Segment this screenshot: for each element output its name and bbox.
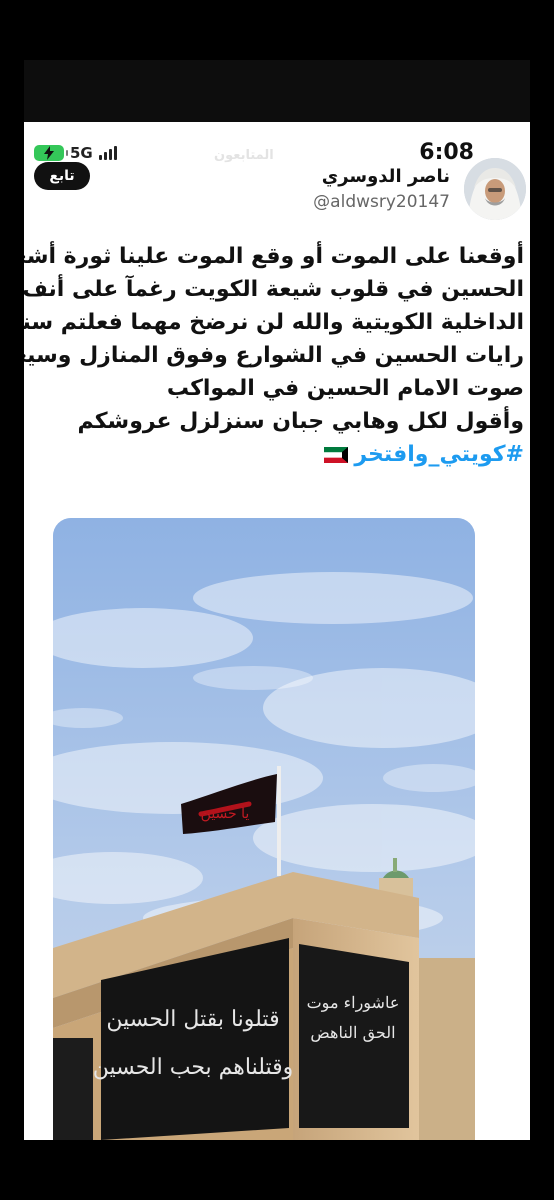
tweet-media-image[interactable]: قتلونا بقتل الحسين وقتلناهم بحب الحسين ع… xyxy=(53,518,475,1140)
hashtag-line: #كويتي_وافتخر xyxy=(32,438,524,471)
tweet-line: الداخلية الكويتية والله لن نرضخ مهما فعل… xyxy=(24,310,524,335)
author-display-name[interactable]: ناصر الدوسري xyxy=(322,166,450,187)
banner-right-line-1: عاشوراء موت xyxy=(307,993,400,1012)
kuwait-flag-icon xyxy=(324,446,349,463)
tweet-line: رايات الحسين في الشوارع وفوق المنازل وسي… xyxy=(24,343,524,368)
flag-text: يا حسين xyxy=(201,806,250,822)
avatar[interactable] xyxy=(464,158,526,220)
follow-button[interactable]: تابع xyxy=(34,162,90,190)
battery-charging-icon xyxy=(34,145,68,161)
signal-bars-icon xyxy=(98,146,117,160)
banner-right-line-2: الحق الناهض xyxy=(310,1023,395,1042)
background-header-text: المتابعون xyxy=(214,148,274,163)
status-bar-left: 5G xyxy=(34,144,117,162)
lightning-icon xyxy=(44,146,54,160)
tweet-body: أوقعنا على الموت أو وقع الموت علينا ثورة… xyxy=(24,240,524,471)
photo-flag-over-building: قتلونا بقتل الحسين وقتلناهم بحب الحسين ع… xyxy=(53,518,475,1140)
status-time: 6:08 xyxy=(419,140,474,165)
network-label: 5G xyxy=(70,144,93,162)
tweet-line: أوقعنا على الموت أو وقع الموت علينا ثورة… xyxy=(24,244,524,269)
bottom-dark-strip xyxy=(0,1140,554,1200)
banner-left-line-2: وقتلناهم بحب الحسين xyxy=(93,1055,294,1080)
tweet-card: 5G تابع المتابعون 6:08 ناصر الدوسري @ald… xyxy=(24,122,530,1140)
tweet-line: صوت الامام الحسين في المواكب xyxy=(166,376,524,401)
banner-left-line-1: قتلونا بقتل الحسين xyxy=(106,1007,279,1032)
avatar-portrait-image xyxy=(464,158,526,220)
author-handle[interactable]: @aldwsry20147 xyxy=(313,192,450,212)
tweet-line: الحسين في قلوب شيعة الكويت رغمآ على أنف … xyxy=(24,277,524,302)
tweet-line: وأقول لكل وهابي جبان سنزلزل عروشكم xyxy=(77,409,524,434)
hashtag-link[interactable]: #كويتي_وافتخر xyxy=(354,438,524,471)
top-dark-bar xyxy=(24,60,530,122)
